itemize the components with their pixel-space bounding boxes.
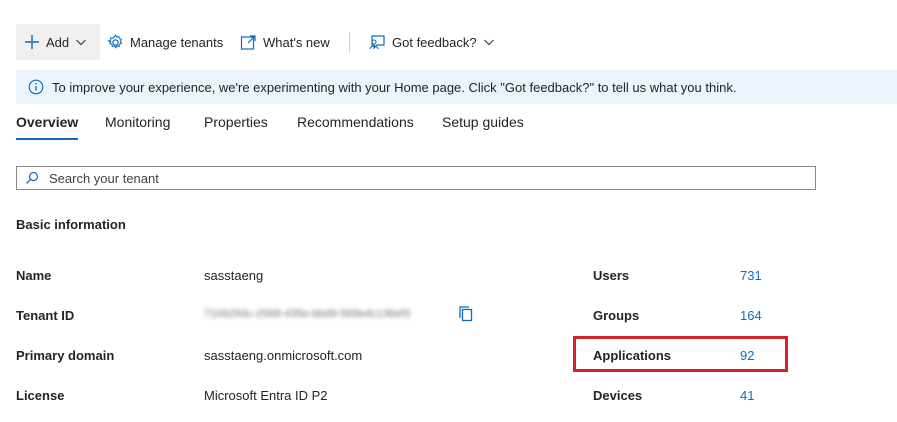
- license-value: Microsoft Entra ID P2: [204, 388, 328, 403]
- tab-monitoring[interactable]: Monitoring: [105, 114, 170, 130]
- chevron-down-icon: [483, 36, 495, 48]
- add-button-label: Add: [46, 34, 70, 50]
- search-box[interactable]: [16, 166, 816, 190]
- copy-icon[interactable]: [458, 305, 474, 323]
- groups-count-link[interactable]: 164: [740, 308, 762, 323]
- chevron-down-icon: [75, 36, 87, 48]
- tab-properties[interactable]: Properties: [204, 114, 268, 130]
- tab-recommendations[interactable]: Recommendations: [297, 114, 414, 130]
- search-input[interactable]: [49, 170, 749, 186]
- tab-setup-guides[interactable]: Setup guides: [442, 114, 524, 130]
- primary-domain-value: sasstaeng.onmicrosoft.com: [204, 348, 363, 363]
- feedback-label: Got feedback?: [392, 34, 477, 50]
- groups-label: Groups: [593, 308, 640, 323]
- name-label: Name: [16, 268, 52, 283]
- tenant-id-value: 7106293c-2568-435e-bbd9-569e4c136ef3: [204, 308, 411, 320]
- tenant-id-label: Tenant ID: [16, 308, 75, 323]
- whats-new-label: What's new: [263, 34, 330, 50]
- devices-count-link[interactable]: 41: [740, 388, 754, 403]
- info-icon: [28, 79, 44, 95]
- applications-highlight-box: [573, 336, 788, 372]
- feedback-button[interactable]: Got feedback?: [368, 24, 495, 60]
- feedback-icon: [368, 34, 386, 51]
- tab-overview[interactable]: Overview: [16, 114, 78, 130]
- section-title-basic-information: Basic information: [16, 217, 126, 232]
- manage-tenants-label: Manage tenants: [130, 34, 224, 50]
- devices-label: Devices: [593, 388, 643, 403]
- whats-new-button[interactable]: What's new: [240, 24, 330, 60]
- search-icon: [25, 171, 39, 185]
- primary-domain-label: Primary domain: [16, 348, 115, 363]
- gear-icon: [107, 33, 124, 51]
- users-count-link[interactable]: 731: [740, 268, 762, 283]
- manage-tenants-button[interactable]: Manage tenants: [107, 24, 223, 60]
- info-banner: To improve your experience, we're experi…: [16, 70, 897, 104]
- license-label: License: [16, 388, 65, 403]
- external-link-icon: [240, 34, 257, 51]
- plus-icon: [24, 34, 40, 50]
- users-label: Users: [593, 268, 630, 283]
- active-tab-indicator: [16, 138, 78, 140]
- name-value: sasstaeng: [204, 268, 264, 283]
- toolbar-divider: [349, 32, 350, 52]
- add-button[interactable]: Add: [16, 24, 100, 60]
- banner-text: To improve your experience, we're experi…: [52, 79, 737, 95]
